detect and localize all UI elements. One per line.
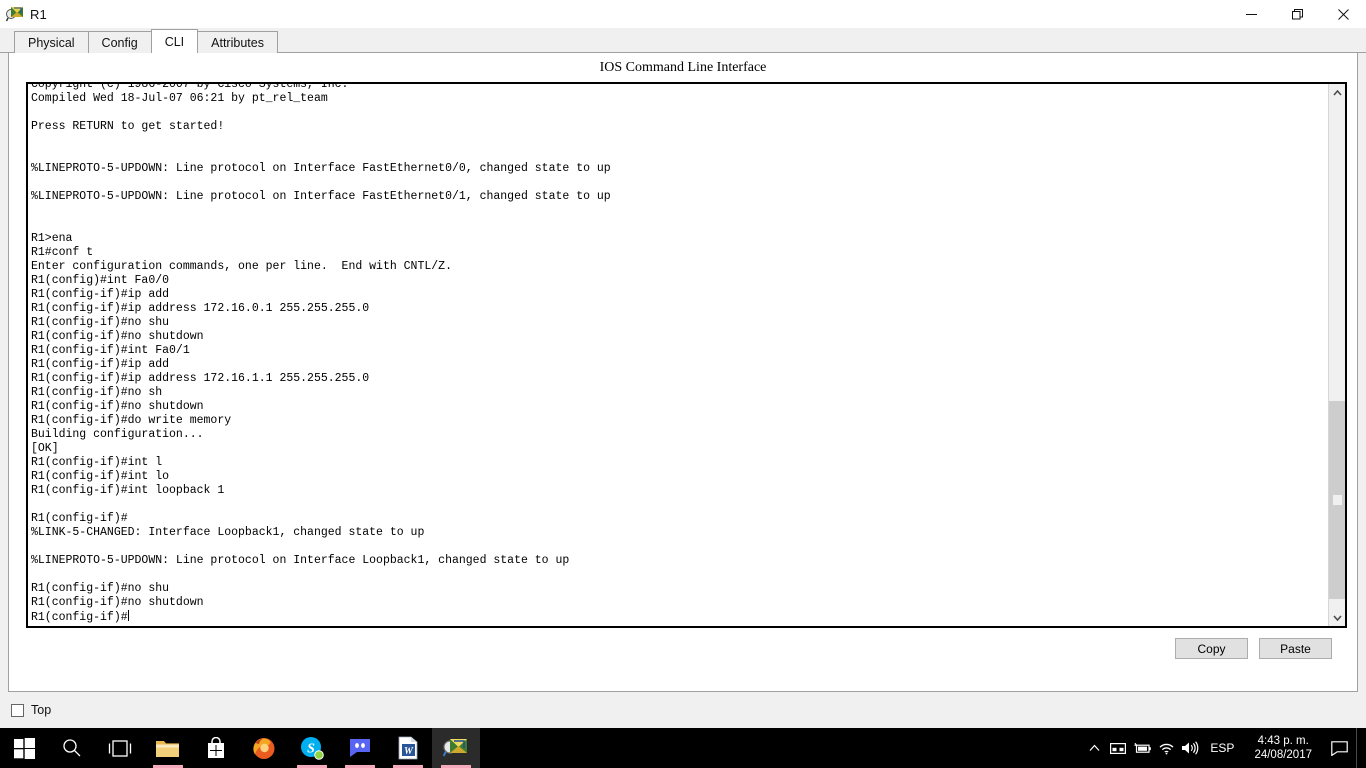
terminal-container: Copyright (c) 1986-2007 by Cisco Systems… — [26, 82, 1347, 628]
restore-icon[interactable] — [1274, 0, 1320, 28]
speech-bubble-icon[interactable] — [1322, 740, 1356, 756]
windows-logo-icon — [13, 737, 35, 759]
wifi-icon[interactable] — [1154, 742, 1178, 755]
terminal-output: Copyright (c) 1986-2007 by Cisco Systems… — [31, 84, 611, 624]
show-desktop-button[interactable] — [1356, 728, 1362, 768]
task-view-button[interactable] — [96, 728, 144, 768]
terminal-scrollbar[interactable] — [1328, 84, 1345, 626]
skype[interactable]: S — [288, 728, 336, 768]
store-bag-icon — [208, 737, 224, 758]
volume-icon[interactable] — [1178, 741, 1202, 755]
search-button[interactable] — [48, 728, 96, 768]
chevron-down-icon[interactable] — [1329, 609, 1345, 626]
scrollbar-track[interactable] — [1329, 101, 1345, 609]
svg-text:S: S — [307, 742, 315, 757]
tab-cli[interactable]: CLI — [150, 29, 199, 53]
copy-button[interactable]: Copy — [1175, 638, 1248, 659]
skype-icon: S — [301, 737, 324, 760]
microsoft-store[interactable] — [192, 728, 240, 768]
packet-tracer-icon — [443, 739, 467, 757]
tab-strip: Physical Config CLI Attributes — [0, 28, 1366, 53]
minimize-icon[interactable] — [1228, 0, 1274, 28]
chevron-up-icon[interactable] — [1329, 84, 1345, 101]
window-footer: Top — [0, 692, 1366, 728]
window-title: R1 — [30, 6, 47, 22]
system-tray: ESP 4:43 p. m. 24/08/2017 — [1082, 728, 1366, 768]
clock-time: 4:43 p. m. — [1257, 735, 1309, 747]
clock-date: 24/08/2017 — [1254, 749, 1312, 761]
chevron-up-icon[interactable] — [1082, 744, 1106, 752]
clock[interactable]: 4:43 p. m. 24/08/2017 — [1244, 734, 1322, 762]
close-icon[interactable] — [1320, 0, 1366, 28]
cli-panel: IOS Command Line Interface Copyright (c)… — [8, 53, 1358, 692]
file-explorer[interactable] — [144, 728, 192, 768]
router-icon — [5, 5, 24, 23]
firefox[interactable] — [240, 728, 288, 768]
tab-config[interactable]: Config — [87, 31, 152, 53]
task-view-icon — [108, 739, 132, 757]
search-icon — [63, 739, 81, 757]
window-controls — [1228, 0, 1366, 28]
onedrive-icon[interactable] — [1106, 742, 1130, 755]
word-icon: W — [398, 736, 418, 760]
microsoft-word[interactable]: W — [384, 728, 432, 768]
svg-text:W: W — [404, 746, 414, 757]
folder-icon — [156, 740, 179, 757]
discord-icon — [350, 739, 370, 757]
firefox-icon — [253, 738, 275, 759]
action-buttons: Copy Paste — [9, 628, 1357, 659]
taskbar: S W ESP 4:43 p. m. 24/08/2017 — [0, 728, 1366, 768]
terminal-output-area[interactable]: Copyright (c) 1986-2007 by Cisco Systems… — [28, 84, 1328, 626]
tab-attributes[interactable]: Attributes — [197, 31, 278, 53]
battery-icon[interactable] — [1130, 742, 1154, 755]
tab-physical[interactable]: Physical — [14, 31, 89, 53]
cli-window: R1 Physical Config CLI Attributes IOS Co… — [0, 0, 1366, 728]
start-button[interactable] — [0, 728, 48, 768]
top-checkbox[interactable] — [11, 703, 24, 717]
scrollbar-thumb[interactable] — [1329, 400, 1345, 599]
scrollbar-grip — [1333, 494, 1342, 505]
paste-button[interactable]: Paste — [1259, 638, 1332, 659]
cli-heading: IOS Command Line Interface — [599, 60, 767, 75]
title-bar: R1 — [0, 0, 1366, 28]
language-indicator[interactable]: ESP — [1202, 741, 1244, 755]
discord[interactable] — [336, 728, 384, 768]
text-cursor — [127, 610, 129, 621]
top-checkbox-label: Top — [31, 703, 52, 717]
packet-tracer[interactable] — [432, 728, 480, 768]
